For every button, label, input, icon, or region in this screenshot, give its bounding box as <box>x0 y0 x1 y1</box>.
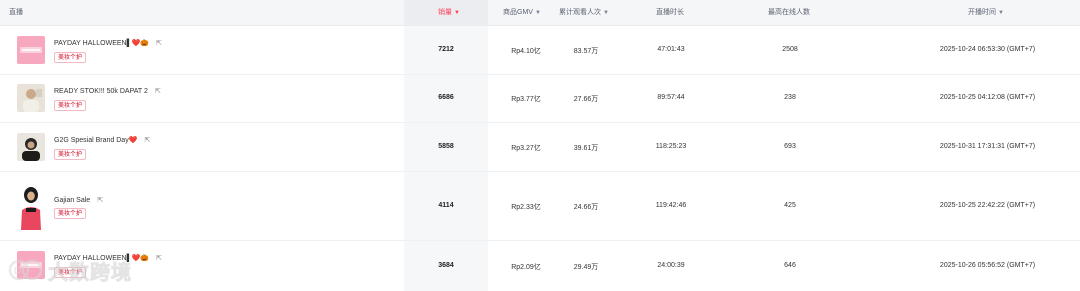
header-start[interactable]: 开播时间 ▼ <box>968 0 1004 26</box>
sort-desc-icon: ▼ <box>454 10 460 16</box>
duration-value: 89:57:44 <box>657 94 685 101</box>
peak-value: 425 <box>784 202 796 209</box>
sales-value: 3684 <box>438 262 454 269</box>
header-gmv[interactable]: 商品GMV ▼ <box>503 0 541 26</box>
stream-title-text: READY STOK!!! 50k DAPAT 2 <box>54 88 148 95</box>
viewers-value: 24.66万 <box>573 204 599 211</box>
start-time-value: 2025-10-24 06:53:30 (GMT+7) <box>939 46 1036 53</box>
stream-thumbnail[interactable] <box>17 251 45 279</box>
gmv-value: Rp3.77亿 <box>511 96 541 103</box>
external-link-icon[interactable]: ⇱ <box>156 254 162 262</box>
peak-value: 646 <box>784 262 796 269</box>
category-tag: 美妆个护 <box>54 208 87 219</box>
gmv-value: Rp2.33亿 <box>511 204 541 211</box>
sort-caret-icon: ▼ <box>603 10 609 16</box>
external-link-icon[interactable]: ⇱ <box>156 39 162 47</box>
start-time-value: 2025-10-26 05:56:52 (GMT+7) <box>939 262 1036 269</box>
table-header: 直播 销量 ▼ 商品GMV ▼ 累计观看人次 ▼ 直播时长 最高在线人数 开播时间 ▼ <box>0 0 1080 26</box>
stream-thumbnail[interactable] <box>17 133 45 161</box>
header-viewers[interactable]: 累计观看人次 ▼ <box>559 0 609 26</box>
sort-caret-icon: ▼ <box>534 10 541 16</box>
table-row[interactable]: READY STOK!!! 50k DAPAT 2 ⇱ 美妆个护 6686 Rp3… <box>0 75 1080 123</box>
host-photo-thumbnail <box>17 84 45 112</box>
header-live: 直播 <box>9 0 23 26</box>
header-sales[interactable]: 销量 ▼ <box>438 0 460 26</box>
table-row[interactable]: Gajian Sale ⇱ 美妆个护 4114 Rp2.33亿 24.66万 11… <box>0 172 1080 241</box>
start-time-value: 2025-10-25 22:42:22 (GMT+7) <box>939 202 1036 209</box>
category-tag: 美妆个护 <box>54 267 87 278</box>
stream-thumbnail[interactable] <box>17 84 45 112</box>
stream-title[interactable]: G2G Spesial Brand Day❤️ ⇱ <box>54 136 150 144</box>
table-row[interactable]: G2G Spesial Brand Day❤️ ⇱ 美妆个护 5858 Rp3.2… <box>0 123 1080 172</box>
start-time-value: 2025-10-31 17:31:31 (GMT+7) <box>939 143 1036 150</box>
duration-value: 119:42:46 <box>655 202 687 209</box>
gmv-value: Rp4.10亿 <box>511 48 541 55</box>
stream-title[interactable]: READY STOK!!! 50k DAPAT 2 ⇱ <box>54 87 161 95</box>
sales-value: 6686 <box>438 94 454 101</box>
gmv-value: Rp2.09亿 <box>511 264 541 271</box>
duration-value: 118:25:23 <box>655 143 687 150</box>
header-live-label: 直播 <box>9 9 23 16</box>
viewers-value: 29.49万 <box>573 264 599 271</box>
duration-value: 47:01:43 <box>657 46 685 53</box>
header-viewers-label: 累计观看人次 <box>559 9 601 16</box>
sort-caret-icon: ▼ <box>998 10 1004 16</box>
peak-value: 238 <box>784 94 796 101</box>
sales-value: 5858 <box>438 143 454 150</box>
peak-value: 2508 <box>782 46 798 53</box>
category-tag: 美妆个护 <box>54 100 87 111</box>
peak-value: 693 <box>784 143 796 150</box>
stream-title-text: Gajian Sale <box>54 197 91 204</box>
stream-title-text: PAYDAY HALLOWEEN▌❤️🎃 <box>54 255 150 262</box>
viewers-value: 27.66万 <box>573 96 599 103</box>
header-duration[interactable]: 直播时长 <box>656 0 684 26</box>
category-tag: 美妆个护 <box>54 149 87 160</box>
stream-title[interactable]: Gajian Sale ⇱ <box>54 196 103 204</box>
stream-title[interactable]: PAYDAY HALLOWEEN▌❤️🎃 ⇱ <box>54 39 162 47</box>
external-link-icon[interactable]: ⇱ <box>97 196 103 204</box>
table-row[interactable]: PAYDAY HALLOWEEN▌❤️🎃 ⇱ 美妆个护 7212 Rp4.10亿 … <box>0 26 1080 75</box>
header-peak-label: 最高在线人数 <box>768 9 810 16</box>
external-link-icon[interactable]: ⇱ <box>144 136 150 144</box>
category-tag: 美妆个护 <box>54 52 87 63</box>
header-peak[interactable]: 最高在线人数 <box>768 0 810 26</box>
pink-banner-thumbnail <box>17 36 45 64</box>
external-link-icon[interactable]: ⇱ <box>155 87 161 95</box>
duration-value: 24:00:39 <box>657 262 685 269</box>
sales-value: 4114 <box>438 202 454 209</box>
start-time-value: 2025-10-25 04:12:08 (GMT+7) <box>939 94 1036 101</box>
viewers-value: 83.57万 <box>573 48 599 55</box>
header-gmv-label: 商品GMV <box>503 9 533 16</box>
table-row[interactable]: PAYDAY HALLOWEEN▌❤️🎃 ⇱ 美妆个护 3684 Rp2.09亿 … <box>0 241 1080 291</box>
stream-title[interactable]: PAYDAY HALLOWEEN▌❤️🎃 ⇱ <box>54 254 162 262</box>
stream-title-text: G2G Spesial Brand Day❤️ <box>54 137 138 144</box>
stream-thumbnail[interactable] <box>17 182 45 230</box>
pink-banner-thumbnail <box>17 251 45 279</box>
host-photo-thumbnail <box>17 182 45 230</box>
stream-thumbnail[interactable] <box>17 36 45 64</box>
viewers-value: 39.61万 <box>573 145 599 152</box>
sales-value: 7212 <box>438 46 454 53</box>
header-sales-label: 销量 <box>438 9 452 16</box>
header-start-label: 开播时间 <box>968 9 996 16</box>
stream-title-text: PAYDAY HALLOWEEN▌❤️🎃 <box>54 40 150 47</box>
header-duration-label: 直播时长 <box>656 9 684 16</box>
gmv-value: Rp3.27亿 <box>511 145 541 152</box>
host-photo-thumbnail <box>17 133 45 161</box>
